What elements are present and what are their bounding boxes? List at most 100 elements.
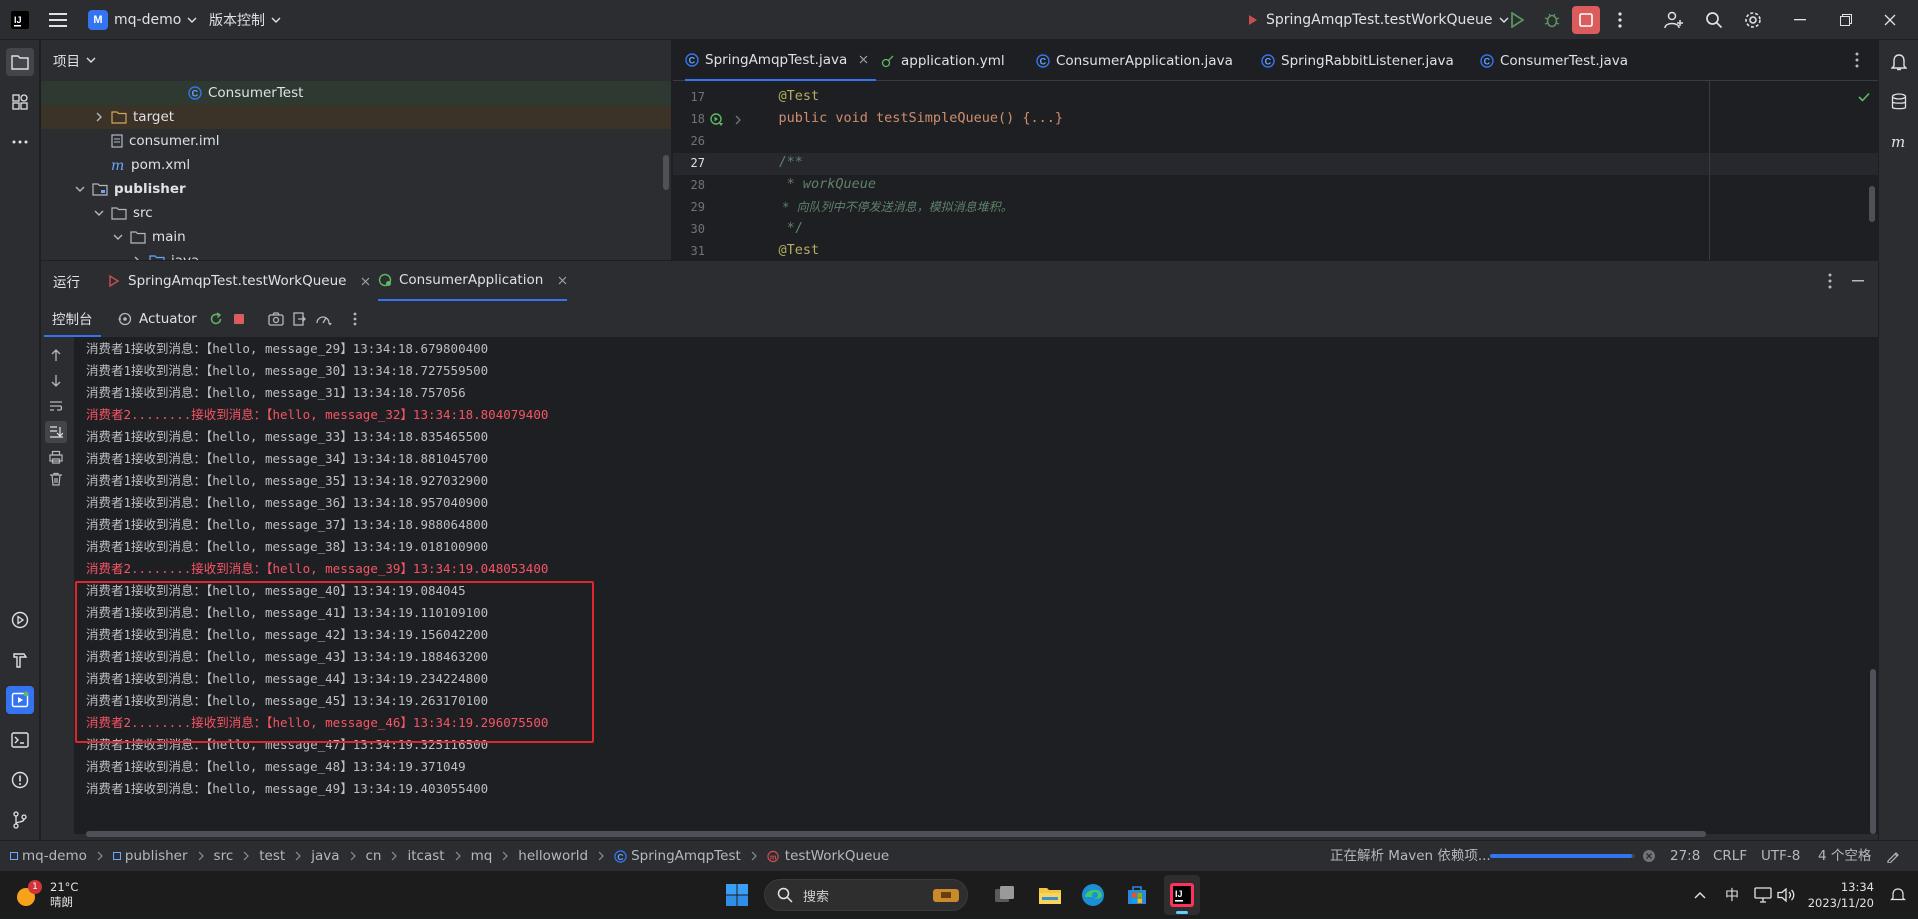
code-line[interactable]: public void testSimpleQueue() {...} <box>746 110 1063 126</box>
console-line[interactable]: 消费者1接收到消息：【hello, message_41】13:34:19.11… <box>86 602 488 624</box>
chevron-down-icon[interactable] <box>73 182 87 196</box>
minimize-window-icon[interactable] <box>1786 6 1814 34</box>
console-line[interactable]: 消费者2........接收到消息：【hello, message_46】13:… <box>86 712 548 734</box>
chevron-down-icon[interactable] <box>92 206 106 220</box>
maven-icon[interactable]: m <box>1885 128 1913 156</box>
console-line[interactable]: 消费者1接收到消息：【hello, message_33】13:34:18.83… <box>86 426 488 448</box>
main-menu-icon[interactable] <box>44 6 72 34</box>
console-line[interactable]: 消费者1接收到消息：【hello, message_30】13:34:18.72… <box>86 360 488 382</box>
profiler-icon[interactable] <box>315 312 333 326</box>
file-encoding[interactable]: UTF-8 <box>1761 841 1800 871</box>
rerun-icon[interactable] <box>209 312 223 326</box>
close-icon[interactable] <box>558 276 567 285</box>
background-task-label[interactable]: 正在解析 Maven 依赖项... <box>1330 841 1491 871</box>
run-tool-icon[interactable] <box>6 686 34 714</box>
stop-icon[interactable] <box>232 312 246 326</box>
run-tab-consumer-application[interactable]: ConsumerApplication <box>378 261 568 301</box>
tree-item-main[interactable]: main <box>41 225 671 249</box>
code-line[interactable]: @Test <box>746 88 820 104</box>
restore-window-icon[interactable] <box>1832 6 1860 34</box>
tab-spring-rabbit-listener[interactable]: C SpringRabbitListener.java <box>1261 40 1454 81</box>
structure-icon[interactable] <box>6 88 34 116</box>
console-line[interactable]: 消费者1接收到消息：【hello, message_49】13:34:19.40… <box>86 778 488 800</box>
chevron-right-icon[interactable] <box>130 254 144 260</box>
start-windows-icon[interactable] <box>722 871 752 919</box>
stop-button[interactable] <box>1572 6 1600 34</box>
chevron-down-icon[interactable] <box>111 230 125 244</box>
breadcrumb-item[interactable]: itcast <box>407 848 444 864</box>
run-panel-options-icon[interactable] <box>1828 273 1832 289</box>
git-branch-icon[interactable] <box>6 806 34 834</box>
search-icon[interactable] <box>1700 6 1728 34</box>
console-line[interactable]: 消费者1接收到消息：【hello, message_48】13:34:19.37… <box>86 756 466 778</box>
volume-icon[interactable] <box>1775 871 1797 919</box>
console-line[interactable]: 消费者1接收到消息：【hello, message_34】13:34:18.88… <box>86 448 488 470</box>
tree-item-publisher[interactable]: publisher <box>41 177 671 201</box>
console-line[interactable]: 消费者1接收到消息：【hello, message_38】13:34:19.01… <box>86 536 488 558</box>
code-line[interactable]: */ <box>746 220 803 236</box>
code-line[interactable]: @Test <box>746 242 820 258</box>
run-button[interactable] <box>1503 6 1531 34</box>
debug-button[interactable] <box>1538 6 1566 34</box>
subtab-console[interactable]: 控制台 <box>44 301 101 337</box>
task-view-icon[interactable] <box>990 871 1020 919</box>
project-tool-folder-icon[interactable] <box>6 48 34 76</box>
console-vertical-scrollbar-thumb[interactable] <box>1870 669 1876 834</box>
breadcrumb-item[interactable]: publisher <box>125 848 188 864</box>
console-line[interactable]: 消费者1接收到消息：【hello, message_47】13:34:19.32… <box>86 734 488 756</box>
add-user-icon[interactable] <box>1660 6 1688 34</box>
tree-item-consumer-test[interactable]: C ConsumerTest <box>41 81 671 105</box>
console-line[interactable]: 消费者2........接收到消息：【hello, message_39】13:… <box>86 558 548 580</box>
tab-consumer-test[interactable]: C ConsumerTest.java <box>1480 40 1628 81</box>
soft-wrap-icon[interactable] <box>49 400 63 412</box>
more-tools-icon[interactable] <box>6 128 34 156</box>
breadcrumb-item[interactable]: mq <box>471 848 493 864</box>
console-line[interactable]: 消费者1接收到消息：【hello, message_43】13:34:19.18… <box>86 646 488 668</box>
edge-browser-icon[interactable] <box>1078 871 1108 919</box>
console-line[interactable]: 消费者1接收到消息：【hello, message_40】13:34:19.08… <box>86 580 466 602</box>
console-line[interactable]: 消费者1接收到消息：【hello, message_44】13:34:19.23… <box>86 668 488 690</box>
project-panel-header[interactable]: 项目 <box>53 40 96 80</box>
app-logo-icon[interactable]: IJ <box>6 6 34 34</box>
run-tab-springamqptest[interactable]: SpringAmqpTest.testWorkQueue <box>107 261 370 301</box>
ime-indicator[interactable]: 中 <box>1720 871 1744 919</box>
breadcrumb-item[interactable]: helloworld <box>518 848 588 864</box>
screenshot-camera-icon[interactable] <box>268 312 284 326</box>
tree-item-java[interactable]: java <box>41 249 671 260</box>
console-line[interactable]: 消费者1接收到消息：【hello, message_29】13:34:18.67… <box>86 338 488 360</box>
minimize-panel-icon[interactable] <box>1852 280 1864 282</box>
network-icon[interactable] <box>1752 871 1774 919</box>
database-icon[interactable] <box>1885 88 1913 116</box>
run-test-gutter-icon[interactable] <box>709 112 725 128</box>
show-hidden-icons-chevron[interactable] <box>1690 871 1710 919</box>
intellij-taskbar-icon[interactable]: IJ <box>1164 875 1200 915</box>
settings-gear-icon[interactable] <box>1739 6 1767 34</box>
scroll-up-arrow-icon[interactable] <box>50 348 62 362</box>
file-explorer-icon[interactable] <box>1035 871 1065 919</box>
exit-icon[interactable] <box>292 312 306 326</box>
console-line[interactable]: 消费者1接收到消息：【hello, message_31】13:34:18.75… <box>86 382 466 404</box>
console-output[interactable]: 消费者1接收到消息：【hello, message_29】13:34:18.67… <box>74 337 1878 834</box>
tree-item-consumer-iml[interactable]: consumer.iml <box>41 129 671 153</box>
weather-widget[interactable]: 1 21°C 晴朗 <box>14 871 78 919</box>
console-line[interactable]: 消费者1接收到消息：【hello, message_42】13:34:19.15… <box>86 624 488 646</box>
scroll-to-end-icon[interactable] <box>45 421 67 443</box>
scrollbar-thumb[interactable] <box>663 155 669 190</box>
vcs-switcher[interactable]: 版本控制 <box>209 0 281 40</box>
services-icon[interactable] <box>6 606 34 634</box>
console-horizontal-scrollbar-thumb[interactable] <box>86 831 1706 837</box>
tab-consumer-application[interactable]: C ConsumerApplication.java <box>1036 40 1233 81</box>
code-line[interactable]: /** <box>746 154 803 170</box>
build-hammer-icon[interactable] <box>6 646 34 674</box>
scroll-down-arrow-icon[interactable] <box>50 374 62 388</box>
console-line[interactable]: 消费者1接收到消息：【hello, message_37】13:34:18.98… <box>86 514 488 536</box>
subtab-actuator[interactable]: Actuator <box>118 301 197 337</box>
close-window-icon[interactable] <box>1876 6 1904 34</box>
microsoft-store-icon[interactable] <box>1122 871 1152 919</box>
tab-application-yml[interactable]: application.yml <box>881 40 1005 81</box>
breadcrumb-item[interactable]: testWorkQueue <box>785 848 889 864</box>
console-line[interactable]: 消费者2........接收到消息：【hello, message_32】13:… <box>86 404 548 426</box>
close-icon[interactable] <box>859 55 868 64</box>
tree-item-pom-xml[interactable]: m pom.xml <box>41 153 671 177</box>
breadcrumb-item[interactable]: test <box>259 848 285 864</box>
